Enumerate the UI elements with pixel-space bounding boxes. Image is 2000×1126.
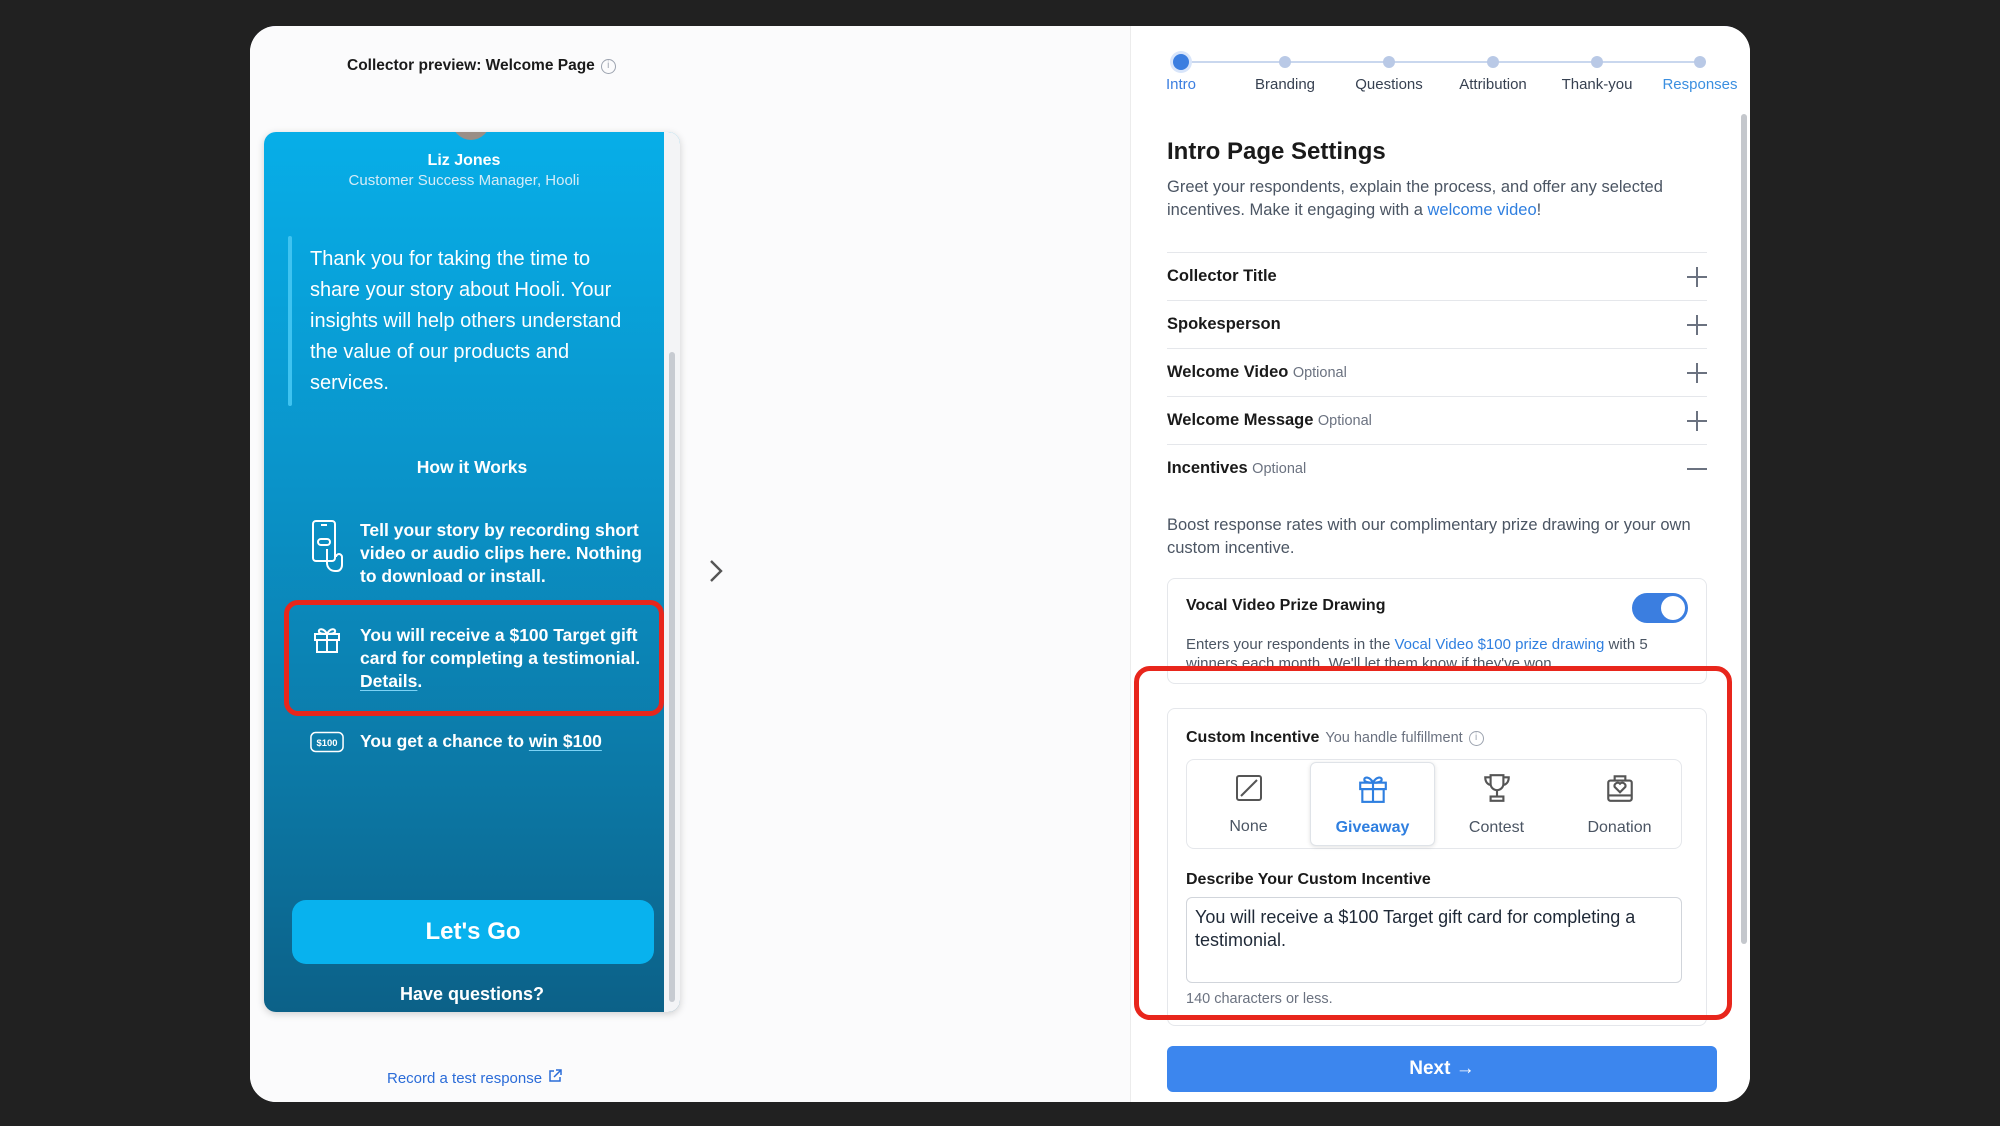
plus-icon[interactable] [1687,266,1707,287]
dollar-badge-icon: $100 [310,731,344,753]
accordion-spokesperson[interactable]: Spokesperson [1167,300,1707,348]
accordion-welcome-message[interactable]: Welcome Message Optional [1167,396,1707,444]
optional-tag: Optional [1317,413,1372,429]
settings-scroll-thumb[interactable] [1741,114,1747,944]
step-label-questions[interactable]: Questions [1355,76,1423,93]
step-label-branding[interactable]: Branding [1255,76,1315,93]
prize-desc-a: Enters your respondents in the [1186,636,1395,653]
settings-desc-end: ! [1536,201,1542,219]
step-dot-branding[interactable] [1279,56,1291,68]
step-label-thank-you[interactable]: Thank-you [1562,76,1633,93]
welcome-video-heading: Welcome Video Optional [1167,363,1347,382]
step-label-responses[interactable]: Responses [1662,76,1737,93]
prize-drawing-title: Vocal Video Prize Drawing [1186,597,1386,614]
how-step-prize-text: You get a chance to win $100 [360,730,650,753]
welcome-message-label: Welcome Message [1167,411,1314,429]
badge-label: $100 [317,737,338,748]
step-dot-attribution[interactable] [1487,56,1499,68]
speaker-role: Customer Success Manager, Hooli [348,172,580,189]
how-it-works-title: How it Works [416,457,528,477]
quote-bar [288,236,292,406]
plus-icon[interactable] [1687,362,1707,383]
plus-icon[interactable] [1687,314,1707,335]
external-link-icon [548,1069,562,1087]
settings-title: Intro Page Settings [1167,138,1386,165]
have-questions-link[interactable]: Have questions? [264,984,680,1005]
settings-description: Greet your respondents, explain the proc… [1167,176,1707,222]
lets-go-button[interactable]: Let's Go [292,900,654,964]
step-label-intro[interactable]: Intro [1166,76,1196,93]
prize-drawing-toggle[interactable] [1632,593,1688,623]
incentives-label: Incentives [1167,459,1248,477]
avatar [452,132,490,140]
how-step-record-text: Tell your story by recording short video… [360,520,642,586]
accordion-welcome-video[interactable]: Welcome Video Optional [1167,348,1707,396]
plus-icon[interactable] [1687,410,1707,431]
optional-tag: Optional [1252,461,1307,477]
phone-tap-icon [310,519,344,579]
settings-scrollbar[interactable] [1738,114,1750,1102]
welcome-video-label: Welcome Video [1167,363,1289,381]
preview-title-text: Collector preview: Welcome Page [347,57,595,74]
preview-pane: Collector preview: Welcome Page i Liz Jo… [250,26,1130,1102]
accordion-collector-title[interactable]: Collector Title [1167,252,1707,300]
annotation-highlight-incentive [284,600,664,716]
win-link[interactable]: win $100 [529,731,602,751]
accordion-incentives[interactable]: Incentives Optional [1167,444,1707,492]
record-test-link[interactable]: Record a test response [387,1069,562,1087]
record-test-text[interactable]: Record a test response [387,1070,542,1087]
chevron-right-icon[interactable] [706,556,726,591]
prize-text: You get a chance to [360,731,529,751]
info-icon[interactable]: i [600,58,616,74]
speaker-name: Liz Jones [427,152,501,169]
prize-drawing-link[interactable]: Vocal Video $100 prize drawing [1394,636,1604,653]
step-label-attribution[interactable]: Attribution [1459,76,1527,93]
step-dot-questions[interactable] [1383,56,1395,68]
phone-preview: Liz Jones Customer Success Manager, Hool… [264,132,680,1012]
toggle-knob [1661,596,1685,620]
incentives-heading: Incentives Optional [1167,459,1306,478]
step-dot-thank-you[interactable] [1591,56,1603,68]
optional-tag: Optional [1292,365,1347,381]
how-step-prize: $100 You get a chance to win $100 [310,730,650,753]
welcome-message-heading: Welcome Message Optional [1167,411,1372,430]
next-button[interactable]: Next → [1167,1046,1717,1092]
step-dot-intro[interactable] [1173,54,1189,70]
settings-desc-text: Greet your respondents, explain the proc… [1167,178,1663,219]
how-step-record: Tell your story by recording short video… [310,519,650,588]
step-dot-responses[interactable] [1694,56,1706,68]
phone-scroll-thumb[interactable] [669,352,675,1002]
phone-scrollbar[interactable] [664,132,680,1012]
stepper-line [1181,61,1700,63]
annotation-highlight-custom-incentive [1134,666,1732,1020]
collector-title-label: Collector Title [1167,267,1277,285]
spokesperson-label: Spokesperson [1167,315,1281,333]
minus-icon[interactable] [1687,459,1707,479]
preview-title: Collector preview: Welcome Page i [347,57,616,75]
welcome-quote: Thank you for taking the time to share y… [310,248,622,394]
wizard-stepper: Intro Branding Questions Attribution Thank-y… [1131,26,1750,116]
incentives-description: Boost response rates with our compliment… [1167,516,1691,557]
welcome-video-link[interactable]: welcome video [1427,201,1536,219]
